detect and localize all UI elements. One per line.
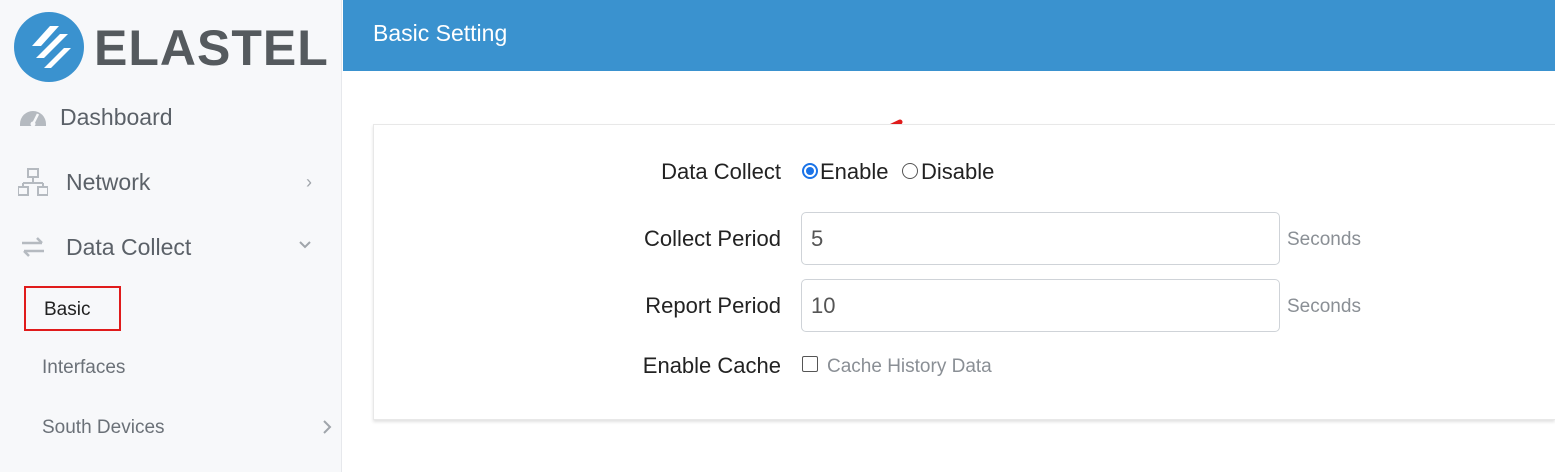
collect-period-unit: Seconds: [1287, 229, 1361, 250]
chevron-right-icon: ›: [306, 171, 312, 192]
sidebar-subitem-interfaces[interactable]: Interfaces: [42, 357, 125, 379]
enable-cache-label: Enable Cache: [642, 353, 781, 378]
transfer-arrows-icon: [22, 237, 44, 257]
sidebar-subitem-label: Basic: [44, 299, 91, 320]
basic-setting-form: Data Collect Enable Disable Collect Peri…: [373, 124, 1555, 420]
sidebar-subitem-south-devices[interactable]: South Devices: [42, 417, 165, 439]
sidebar-item-dashboard[interactable]: Dashboard: [0, 100, 342, 134]
page-header: Basic Setting: [343, 0, 1555, 71]
sidebar-item-label: Dashboard: [60, 103, 173, 130]
report-period-label: Report Period: [645, 293, 781, 318]
chevron-down-icon: [299, 241, 311, 249]
data-collect-enable-label[interactable]: Enable: [820, 159, 889, 185]
data-collect-disable-label[interactable]: Disable: [921, 159, 994, 185]
sidebar: ELASTEL Dashboard Network › Data Collect: [0, 0, 342, 472]
collect-period-input[interactable]: 5: [801, 212, 1280, 265]
sidebar-item-data-collect[interactable]: Data Collect: [0, 230, 342, 264]
report-period-unit: Seconds: [1287, 296, 1361, 317]
network-icon: [18, 168, 48, 196]
data-collect-enable-radio[interactable]: [802, 163, 818, 179]
elastel-logo-icon: [14, 12, 84, 82]
data-collect-label: Data Collect: [661, 159, 781, 184]
sidebar-subitem-basic[interactable]: Basic: [24, 286, 121, 331]
cache-history-label[interactable]: Cache History Data: [827, 356, 992, 378]
sidebar-item-label: Network: [66, 168, 151, 195]
chevron-right-icon: [323, 420, 332, 434]
page-title: Basic Setting: [373, 20, 508, 46]
dashboard-gauge-icon: [20, 111, 46, 127]
brand-name: ELASTEL: [94, 20, 329, 76]
data-collect-disable-radio[interactable]: [902, 163, 918, 179]
cache-history-checkbox[interactable]: [802, 356, 818, 372]
report-period-input[interactable]: 10: [801, 279, 1280, 332]
sidebar-item-network[interactable]: Network ›: [0, 165, 342, 199]
collect-period-label: Collect Period: [644, 226, 781, 251]
sidebar-item-label: Data Collect: [66, 233, 192, 260]
